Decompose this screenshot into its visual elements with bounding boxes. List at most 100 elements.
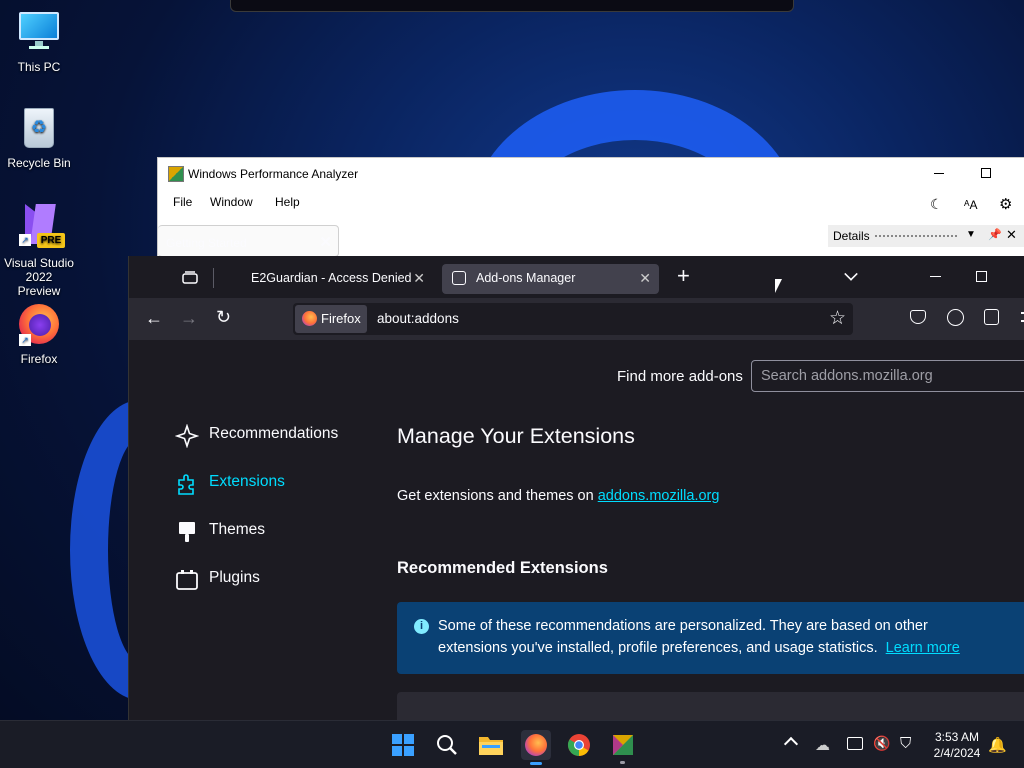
menu-file[interactable]: File xyxy=(173,195,192,209)
shortcut-arrow-icon: ↗ xyxy=(19,334,31,346)
start-button[interactable] xyxy=(389,731,417,759)
getting-started-tab[interactable]: Getting Started ✕ xyxy=(158,225,339,257)
close-icon[interactable]: ✕ xyxy=(1006,227,1017,243)
details-pane-header: Details ▼ 📌 ✕ xyxy=(828,225,1024,247)
close-icon[interactable]: ✕ xyxy=(319,233,332,251)
pin-icon[interactable]: 📌 xyxy=(988,228,1002,241)
tab-strip: E2Guardian - Access Denied ✕ Add-ons Man… xyxy=(129,256,1024,298)
recycle-bin-icon: ♻ xyxy=(17,106,61,150)
reload-button[interactable]: ↻ xyxy=(216,307,231,328)
mouse-cursor xyxy=(775,279,782,293)
plugin-icon xyxy=(175,568,199,592)
desktop-icon-recycle-bin[interactable]: ♻ Recycle Bin xyxy=(3,106,75,170)
list-all-tabs-icon[interactable] xyxy=(844,267,858,281)
background-window-edge xyxy=(230,0,794,12)
shortcut-arrow-icon: ↗ xyxy=(19,234,31,246)
recommended-heading: Recommended Extensions xyxy=(397,559,608,577)
account-icon[interactable] xyxy=(947,309,964,326)
wpa-app-icon xyxy=(168,166,184,182)
sidebar-item-label: Themes xyxy=(209,521,265,538)
firefox-logo-icon xyxy=(302,311,317,326)
wpa-taskbar-icon[interactable] xyxy=(609,731,637,764)
sidebar-item-label: Recommendations xyxy=(209,425,339,442)
tab-title: Add-ons Manager xyxy=(476,271,576,285)
identity-box[interactable]: Firefox xyxy=(295,305,367,333)
tab-divider xyxy=(213,268,214,288)
notification-bell-icon[interactable]: 🔔 xyxy=(988,736,1007,754)
onedrive-offline-icon[interactable]: ☁ xyxy=(815,736,830,754)
tab-label: Getting Started xyxy=(166,236,247,250)
firefox-logo-icon xyxy=(525,734,547,756)
running-indicator xyxy=(620,761,625,764)
details-label: Details xyxy=(833,229,870,243)
firefox-taskbar-icon[interactable] xyxy=(521,730,551,765)
tab-addons-manager[interactable]: Add-ons Manager ✕ xyxy=(442,264,659,294)
minimize-button[interactable] xyxy=(934,173,944,174)
new-tab-button[interactable]: + xyxy=(677,265,690,287)
network-icon[interactable] xyxy=(847,737,863,750)
grip-icon xyxy=(875,235,957,238)
menu-window[interactable]: Window xyxy=(210,195,253,209)
back-button[interactable]: ← xyxy=(145,308,163,329)
text-size-icon[interactable]: ᴬA xyxy=(964,198,977,212)
learn-more-link[interactable]: Learn more xyxy=(886,640,960,656)
personalization-notice: i Some of these recommendations are pers… xyxy=(397,602,1024,674)
sidebar-item-extensions[interactable]: Extensions xyxy=(175,470,285,498)
desktop-icon-label: Recycle Bin xyxy=(7,156,71,170)
monitor-icon xyxy=(17,10,61,54)
sidebar-item-themes[interactable]: Themes xyxy=(175,518,265,546)
tab-title: E2Guardian - Access Denied xyxy=(251,271,412,285)
wpa-window: Windows Performance Analyzer File Window… xyxy=(157,157,1024,267)
bookmark-star-icon[interactable]: ☆ xyxy=(829,307,846,330)
addons-search-input[interactable]: Search addons.mozilla.org xyxy=(751,360,1024,392)
sidebar-item-label: Plugins xyxy=(209,569,260,586)
menu-help[interactable]: Help xyxy=(275,195,300,209)
search-icon[interactable] xyxy=(433,731,461,759)
volume-muted-icon[interactable]: 🔇 xyxy=(873,735,890,752)
forward-button[interactable]: → xyxy=(180,308,198,329)
security-icon[interactable]: ⛉ xyxy=(900,735,911,752)
url-text[interactable]: about:addons xyxy=(377,311,459,326)
notice-line-1: Some of these recommendations are person… xyxy=(438,618,928,634)
sidebar-item-label: Extensions xyxy=(209,473,285,490)
page-title: Manage Your Extensions xyxy=(397,424,635,448)
sidebar-item-plugins[interactable]: Plugins xyxy=(175,566,260,594)
extensions-icon[interactable] xyxy=(984,309,999,325)
desktop-icon-label: Visual Studio 2022 Preview xyxy=(4,256,74,298)
firefox-logo-icon: ↗ xyxy=(17,302,61,346)
moon-icon[interactable]: ☾ xyxy=(930,196,943,213)
chrome-icon[interactable] xyxy=(565,731,593,759)
puzzle-icon xyxy=(452,271,466,285)
minimize-button[interactable] xyxy=(930,276,941,277)
clock[interactable]: 3:53 AM 2/4/2024 xyxy=(928,729,986,761)
active-indicator xyxy=(530,762,542,765)
puzzle-icon xyxy=(175,472,199,496)
sidebar-item-recommendations[interactable]: Recommendations xyxy=(174,422,339,450)
taskbar: ☁ 🔇 ⛉ 3:53 AM 2/4/2024 🔔 xyxy=(0,720,1024,768)
sparkle-icon xyxy=(174,423,200,449)
tab-manager-icon[interactable] xyxy=(179,267,201,287)
tab-e2guardian[interactable]: E2Guardian - Access Denied ✕ xyxy=(217,264,433,294)
maximize-button[interactable] xyxy=(981,168,991,178)
nav-bar: ← → ↻ Firefox about:addons ☆ xyxy=(129,298,1024,340)
get-extensions-prefix: Get extensions and themes on xyxy=(397,488,598,504)
close-icon[interactable]: ✕ xyxy=(413,270,425,287)
pocket-icon[interactable] xyxy=(910,310,926,324)
close-icon[interactable]: ✕ xyxy=(639,270,651,287)
notice-line-2: extensions you've installed, profile pre… xyxy=(438,637,1024,659)
file-explorer-icon[interactable] xyxy=(477,731,505,759)
identity-label: Firefox xyxy=(321,311,361,326)
amo-link[interactable]: addons.mozilla.org xyxy=(598,488,720,504)
find-more-label: Find more add-ons xyxy=(617,368,743,385)
gear-icon[interactable]: ⚙ xyxy=(999,195,1012,213)
desktop-icon-visual-studio[interactable]: PRE ↗ Visual Studio 2022 Preview xyxy=(3,202,75,298)
url-bar[interactable]: Firefox about:addons ☆ xyxy=(293,303,853,335)
desktop-icon-firefox[interactable]: ↗ Firefox xyxy=(3,302,75,366)
chevron-down-icon[interactable]: ▼ xyxy=(966,229,976,240)
chevron-up-icon[interactable] xyxy=(783,736,799,752)
maximize-button[interactable] xyxy=(976,271,987,282)
notice-line-2-text: extensions you've installed, profile pre… xyxy=(438,640,878,656)
firefox-window: E2Guardian - Access Denied ✕ Add-ons Man… xyxy=(128,256,1024,732)
pre-badge: PRE xyxy=(37,233,65,248)
desktop-icon-this-pc[interactable]: This PC xyxy=(3,10,75,74)
